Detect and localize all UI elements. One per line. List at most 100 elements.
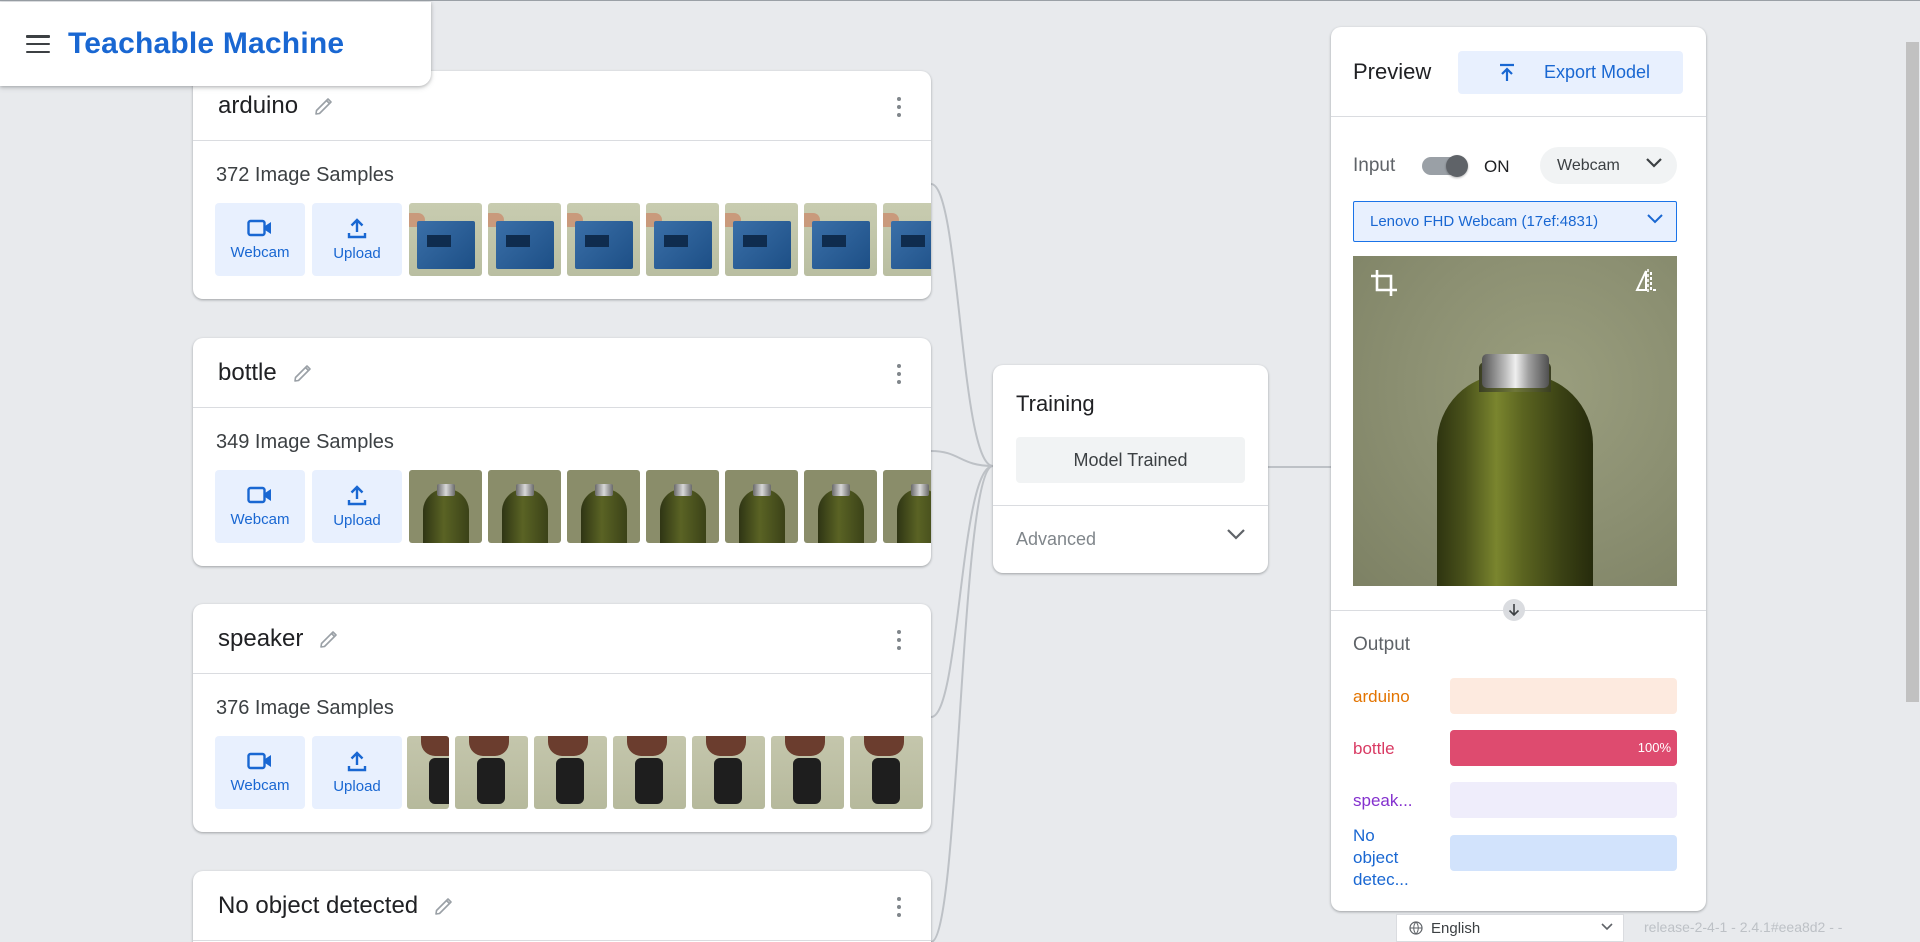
- class-card-speaker: speaker 376 Image Samples Webcam Upload: [193, 604, 931, 832]
- sample-thumbnail[interactable]: [567, 203, 640, 276]
- export-model-label: Export Model: [1544, 62, 1651, 82]
- sample-thumbnail[interactable]: [455, 736, 528, 809]
- sample-thumbnail[interactable]: [646, 203, 719, 276]
- sample-thumbnail[interactable]: [883, 470, 931, 543]
- sample-thumbnail[interactable]: [725, 203, 798, 276]
- export-model-button[interactable]: Export Model: [1458, 51, 1683, 94]
- flip-icon[interactable]: [1635, 268, 1661, 294]
- confidence-bar: [1450, 835, 1677, 871]
- upload-icon: [347, 751, 367, 772]
- sample-thumbnail[interactable]: [804, 470, 877, 543]
- sample-thumbnail[interactable]: [850, 736, 923, 809]
- sample-thumbnail[interactable]: [409, 470, 482, 543]
- class-card-arduino: arduino 372 Image Samples Webcam Upload: [193, 71, 931, 299]
- advanced-label: Advanced: [1016, 528, 1097, 549]
- class-card-body: 372 Image Samples Webcam Upload: [193, 141, 931, 299]
- confidence-percent: 100%: [1637, 740, 1671, 755]
- class-card-body: 376 Image Samples Webcam Upload: [193, 674, 931, 832]
- menu-icon[interactable]: [26, 35, 50, 53]
- sample-thumbnail[interactable]: [409, 203, 482, 276]
- sample-row: Webcam Upload: [215, 203, 931, 283]
- output-row: No object detec...: [1353, 826, 1677, 889]
- output-label: arduino: [1353, 687, 1410, 706]
- preview-panel: Preview Export Model Input ON Webcam Len…: [1331, 27, 1706, 911]
- class-card-header: No object detected: [193, 871, 931, 941]
- webcam-icon: [247, 752, 271, 770]
- input-toggle[interactable]: [1422, 155, 1468, 177]
- sample-row: Webcam Upload: [215, 470, 931, 550]
- edit-pencil-icon[interactable]: [312, 94, 336, 118]
- app-header: Teachable Machine: [0, 2, 431, 86]
- edit-pencil-icon[interactable]: [317, 627, 341, 651]
- sample-thumbnail[interactable]: [804, 203, 877, 276]
- confidence-bar: [1450, 678, 1677, 714]
- webcam-button[interactable]: Webcam: [215, 203, 305, 276]
- confidence-bar: [1450, 782, 1677, 818]
- more-options-icon[interactable]: [897, 630, 901, 650]
- chevron-down-icon: [1647, 214, 1663, 224]
- sample-thumbnail[interactable]: [613, 736, 686, 809]
- page-scrollbar[interactable]: [1906, 42, 1919, 702]
- arrow-down-icon: [1503, 599, 1525, 621]
- upload-button[interactable]: Upload: [312, 470, 402, 543]
- top-border: [0, 0, 1920, 1]
- upload-button[interactable]: Upload: [312, 736, 402, 809]
- sample-row: Webcam Upload: [215, 736, 931, 816]
- sample-thumbnail[interactable]: [534, 736, 607, 809]
- advanced-toggle[interactable]: Advanced: [993, 506, 1268, 572]
- sample-count: 372 Image Samples: [216, 164, 394, 186]
- edit-pencil-icon[interactable]: [432, 894, 456, 918]
- sample-thumbnail[interactable]: [567, 470, 640, 543]
- release-version: release-2-4-1 - 2.4.1#eea8d2 - -: [1644, 919, 1843, 935]
- output-title: Output: [1353, 634, 1411, 655]
- export-upload-icon: [1500, 63, 1514, 81]
- crop-icon[interactable]: [1369, 268, 1399, 298]
- more-options-icon[interactable]: [897, 897, 901, 917]
- sample-thumbnail[interactable]: [407, 736, 449, 809]
- class-name[interactable]: No object detected: [218, 892, 418, 920]
- sample-thumbnail[interactable]: [883, 203, 931, 276]
- output-row: bottle 100%: [1353, 730, 1677, 766]
- sample-thumbnail[interactable]: [692, 736, 765, 809]
- webcam-icon: [247, 486, 271, 504]
- language-value: English: [1431, 919, 1481, 937]
- sample-count: 376 Image Samples: [216, 697, 394, 719]
- class-name[interactable]: bottle: [218, 359, 277, 387]
- sample-thumbnails[interactable]: [409, 470, 931, 550]
- class-name[interactable]: speaker: [218, 625, 303, 653]
- upload-icon: [347, 485, 367, 506]
- upload-button-label: Upload: [333, 245, 381, 262]
- webcam-button[interactable]: Webcam: [215, 736, 305, 809]
- input-source-select[interactable]: Webcam: [1540, 147, 1677, 184]
- sample-count: 349 Image Samples: [216, 431, 394, 453]
- webcam-bottle-cap: [1482, 354, 1549, 388]
- class-card-bottle: bottle 349 Image Samples Webcam Upload: [193, 338, 931, 566]
- sample-thumbnail[interactable]: [646, 470, 719, 543]
- webcam-button[interactable]: Webcam: [215, 470, 305, 543]
- class-name[interactable]: arduino: [218, 92, 298, 120]
- camera-device-value: Lenovo FHD Webcam (17ef:4831): [1370, 213, 1599, 230]
- webcam-bottle-image: [1437, 374, 1593, 586]
- webcam-button-label: Webcam: [230, 244, 290, 261]
- more-options-icon[interactable]: [897, 97, 901, 117]
- training-title: Training: [1016, 391, 1095, 416]
- sample-thumbnail[interactable]: [725, 470, 798, 543]
- more-options-icon[interactable]: [897, 364, 901, 384]
- sample-thumbnail[interactable]: [771, 736, 844, 809]
- sample-thumbnails[interactable]: [407, 736, 931, 816]
- output-row: speak...: [1353, 782, 1677, 818]
- sample-thumbnails[interactable]: [409, 203, 931, 283]
- webcam-button-label: Webcam: [230, 777, 290, 794]
- camera-device-select[interactable]: Lenovo FHD Webcam (17ef:4831): [1353, 201, 1677, 242]
- toggle-knob: [1446, 155, 1468, 177]
- language-select[interactable]: English: [1396, 914, 1624, 942]
- edit-pencil-icon[interactable]: [291, 361, 315, 385]
- sample-thumbnail[interactable]: [488, 203, 561, 276]
- upload-button[interactable]: Upload: [312, 203, 402, 276]
- upload-icon: [347, 218, 367, 239]
- class-card-header: bottle: [193, 338, 931, 408]
- preview-header: Preview Export Model: [1331, 27, 1706, 117]
- webcam-button-label: Webcam: [230, 511, 290, 528]
- train-model-button[interactable]: Model Trained: [1016, 437, 1245, 483]
- sample-thumbnail[interactable]: [488, 470, 561, 543]
